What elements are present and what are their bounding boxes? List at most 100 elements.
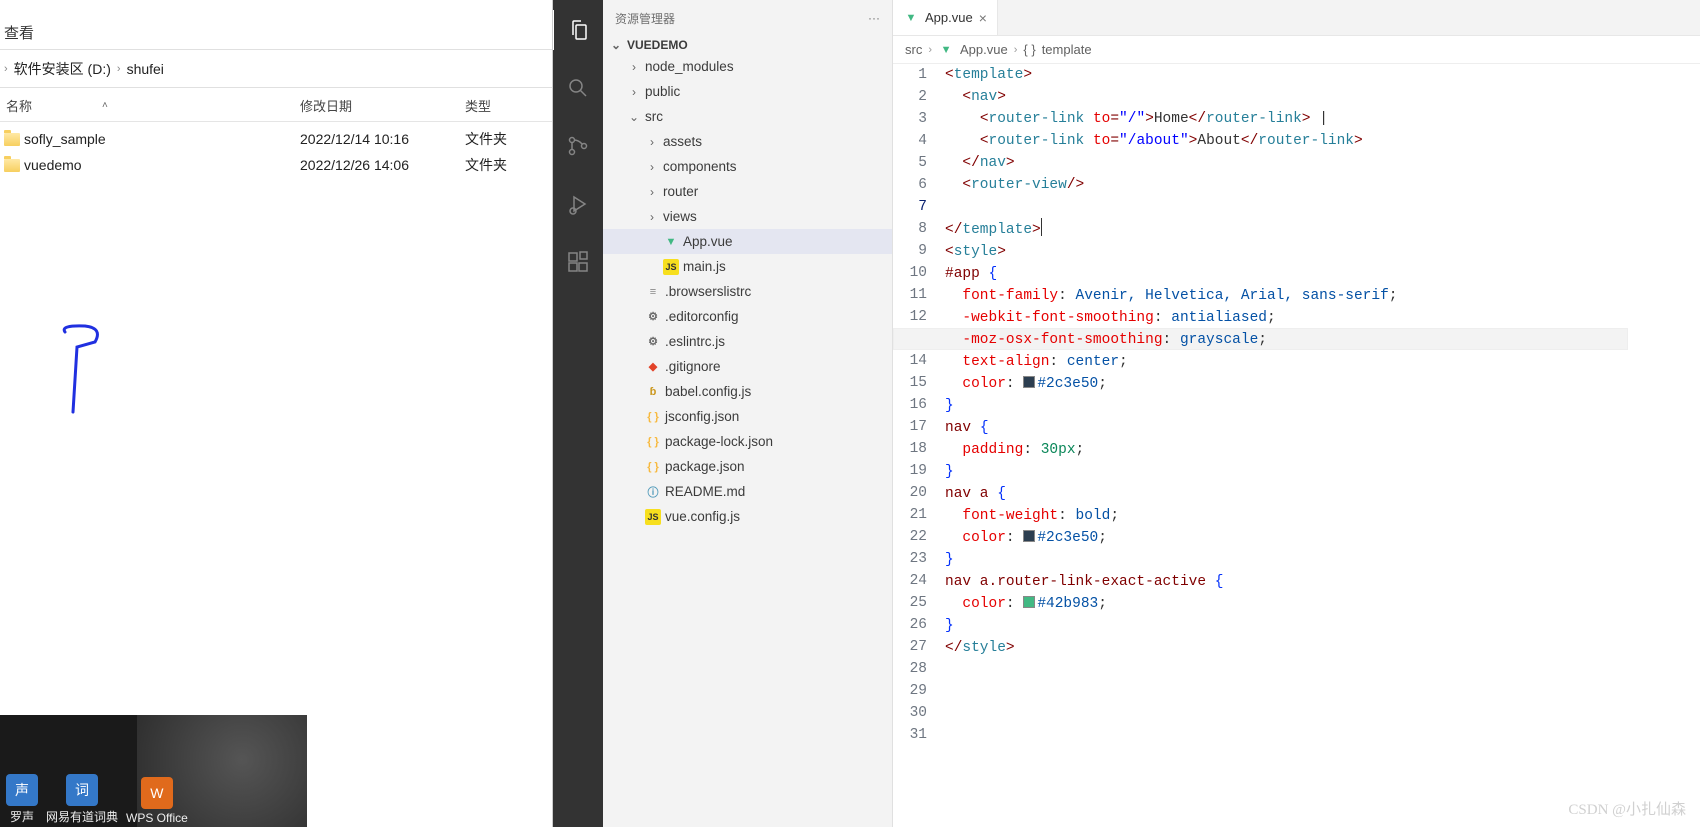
chevron-down-icon: ⌄ xyxy=(627,110,641,124)
chevron-right-icon: › xyxy=(627,60,641,74)
col-type[interactable]: 类型 xyxy=(465,96,552,115)
tree-item-label: package.json xyxy=(665,459,745,474)
sort-indicator-icon: ˄ xyxy=(102,100,108,111)
chevron-right-icon: › xyxy=(4,63,8,75)
tree-folder[interactable]: ›public xyxy=(603,79,892,104)
close-icon[interactable]: × xyxy=(979,10,987,26)
tree-file[interactable]: ▼App.vue xyxy=(603,229,892,254)
vscode-window: 资源管理器 ··· ⌄ VUEDEMO › node_modules ›public… xyxy=(553,0,1700,827)
extensions-icon[interactable] xyxy=(553,242,603,282)
tree-file[interactable]: ⚙.eslintrc.js xyxy=(603,329,892,354)
tree-file[interactable]: ɓbabel.config.js xyxy=(603,379,892,404)
file-row[interactable]: sofly_sample 2022/12/14 10:16 文件夹 xyxy=(0,126,552,152)
more-icon[interactable]: ··· xyxy=(868,11,880,25)
tree-folder[interactable]: › router xyxy=(603,179,892,204)
tree-folder[interactable]: ⌄ src xyxy=(603,104,892,129)
file-date: 2022/12/14 10:16 xyxy=(300,131,465,147)
tree-item-label: router xyxy=(663,184,698,199)
app-icon: 词 xyxy=(66,774,98,806)
tree-item-label: babel.config.js xyxy=(665,384,751,399)
hand-annotation xyxy=(55,322,115,422)
chevron-right-icon: › xyxy=(645,135,659,149)
file-explorer-window: 查看 › 软件安装区 (D:) › shufei 名称 ˄ 修改日期 类型 so… xyxy=(0,0,553,827)
vue-icon: ▼ xyxy=(938,42,954,58)
search-icon[interactable] xyxy=(553,68,603,108)
file-tree: ›node_modules›public⌄src›assets›componen… xyxy=(603,54,892,827)
file-type: 文件夹 xyxy=(465,129,552,149)
editor-tabs: ▼ App.vue × xyxy=(893,0,1700,36)
source-control-icon[interactable] xyxy=(553,126,603,166)
breadcrumb-item[interactable]: src xyxy=(905,42,922,57)
taskbar-item[interactable]: 声罗声 xyxy=(6,774,38,825)
path-segment[interactable]: shufei xyxy=(127,61,164,77)
tree-file[interactable]: JSvue.config.js xyxy=(603,504,892,529)
folder-icon xyxy=(4,159,20,172)
tree-item-label: views xyxy=(663,209,697,224)
app-icon: 声 xyxy=(6,774,38,806)
tree-file[interactable]: JSmain.js xyxy=(603,254,892,279)
tree-item-label: src xyxy=(645,109,663,124)
tree-file[interactable]: { }package.json xyxy=(603,454,892,479)
tree-item-label: components xyxy=(663,159,737,174)
file-type: 文件夹 xyxy=(465,155,552,175)
taskbar-item[interactable]: W WPS Office xyxy=(126,777,188,825)
column-headers: 名称 ˄ 修改日期 类型 xyxy=(0,88,552,122)
file-row[interactable]: vuedemo 2022/12/26 14:06 文件夹 xyxy=(0,152,552,178)
chevron-right-icon: › xyxy=(645,185,659,199)
tree-folder[interactable]: › views xyxy=(603,204,892,229)
col-name[interactable]: 名称 ˄ xyxy=(0,96,300,115)
chevron-right-icon: › xyxy=(627,85,641,99)
chevron-right-icon: › xyxy=(645,160,659,174)
code-content[interactable]: <template> <nav> <router-link to="/">Hom… xyxy=(945,64,1700,827)
tree-item-label: jsconfig.json xyxy=(665,409,739,424)
taskbar-label: 罗声 xyxy=(10,808,34,825)
app-icon: W xyxy=(141,777,173,809)
editor-area: ▼ App.vue × src › ▼ App.vue › { } templa… xyxy=(893,0,1700,827)
taskbar-label: WPS Office xyxy=(126,811,188,825)
folder-icon xyxy=(4,133,20,146)
col-date[interactable]: 修改日期 xyxy=(300,96,465,115)
breadcrumb-item[interactable]: App.vue xyxy=(960,42,1008,57)
tree-item-label: .editorconfig xyxy=(665,309,739,324)
chevron-right-icon: › xyxy=(645,210,659,224)
tree-file[interactable]: ⚙.editorconfig xyxy=(603,304,892,329)
taskbar-item[interactable]: 词网易有道词典 xyxy=(46,774,118,825)
project-root-label: VUEDEMO xyxy=(627,38,688,52)
tree-folder[interactable]: › node_modules xyxy=(603,54,892,79)
tree-item-label: README.md xyxy=(665,484,745,499)
editor-breadcrumbs[interactable]: src › ▼ App.vue › { } template xyxy=(893,36,1700,64)
project-root[interactable]: ⌄ VUEDEMO xyxy=(603,36,892,54)
tree-file[interactable]: { }jsconfig.json xyxy=(603,404,892,429)
line-gutter: 1234567891011121314151617181920212223242… xyxy=(893,64,945,827)
tree-file[interactable]: ⓘREADME.md xyxy=(603,479,892,504)
file-date: 2022/12/26 14:06 xyxy=(300,157,465,173)
tab-label: App.vue xyxy=(925,10,973,25)
chevron-right-icon: › xyxy=(1014,44,1018,56)
tree-item-label: App.vue xyxy=(683,234,733,249)
tree-file[interactable]: ≡.browserslistrc xyxy=(603,279,892,304)
debug-icon[interactable] xyxy=(553,184,603,224)
sidebar-title: 资源管理器 ··· xyxy=(603,0,892,36)
breadcrumb[interactable]: › 软件安装区 (D:) › shufei xyxy=(0,50,552,88)
tree-file[interactable]: ◆.gitignore xyxy=(603,354,892,379)
chevron-down-icon: ⌄ xyxy=(609,38,623,52)
view-tab[interactable]: 查看 xyxy=(4,22,34,43)
tree-item-label: package-lock.json xyxy=(665,434,773,449)
breadcrumb-item[interactable]: template xyxy=(1042,42,1092,57)
taskbar: 声罗声 词网易有道词典 W WPS Office xyxy=(0,715,307,827)
tree-item-label: .gitignore xyxy=(665,359,721,374)
tree-item-label: vue.config.js xyxy=(665,509,740,524)
explorer-icon[interactable] xyxy=(552,10,602,50)
tree-file[interactable]: { }package-lock.json xyxy=(603,429,892,454)
col-name-label: 名称 xyxy=(6,96,32,115)
code-editor[interactable]: 1234567891011121314151617181920212223242… xyxy=(893,64,1700,827)
editor-tab[interactable]: ▼ App.vue × xyxy=(893,0,998,35)
path-segment[interactable]: 软件安装区 (D:) xyxy=(14,59,111,79)
tree-item-label: node_modules xyxy=(645,59,734,74)
tree-folder[interactable]: ›assets xyxy=(603,129,892,154)
file-explorer-ribbon: 查看 xyxy=(0,0,552,50)
sidebar-title-label: 资源管理器 xyxy=(615,10,675,27)
activity-bar xyxy=(553,0,603,827)
chevron-right-icon: › xyxy=(117,63,121,75)
tree-folder[interactable]: › components xyxy=(603,154,892,179)
